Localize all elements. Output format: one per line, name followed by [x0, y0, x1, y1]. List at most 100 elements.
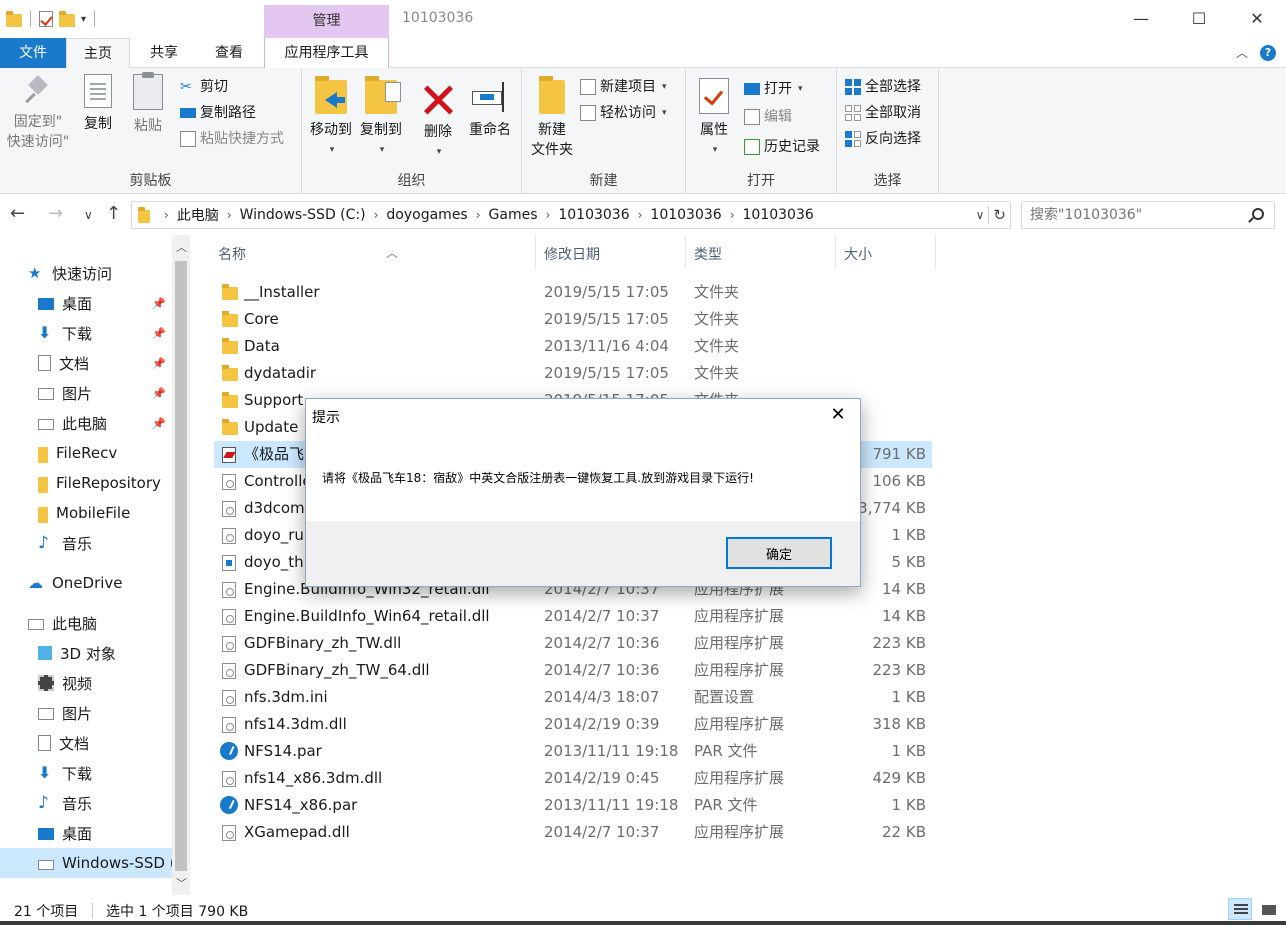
paste-shortcut-button[interactable]: 粘贴快捷方式: [180, 128, 284, 150]
invert-selection-button[interactable]: 反向选择: [845, 128, 921, 150]
close-button[interactable]: ✕: [1228, 0, 1286, 38]
breadcrumb-separator[interactable]: ›: [546, 208, 551, 222]
column-header-name[interactable]: 名称 ︿: [210, 235, 536, 269]
scrollbar-thumb[interactable]: [175, 261, 187, 871]
nav-downloads-pinned[interactable]: ⬇ 下载 📌: [0, 318, 172, 348]
nav-3d-objects[interactable]: 3D 对象: [0, 638, 172, 668]
details-view-button[interactable]: [1228, 898, 1252, 920]
pin-icon[interactable]: 📌: [152, 357, 166, 370]
breadcrumb-10103036-c[interactable]: 10103036: [743, 207, 814, 223]
nav-music[interactable]: ♪ 音乐: [0, 788, 172, 818]
scroll-down-chevron-icon[interactable]: ﹀: [176, 875, 187, 891]
history-button[interactable]: 历史记录: [744, 136, 820, 158]
breadcrumb-games[interactable]: Games: [489, 207, 538, 223]
column-header-size[interactable]: 大小: [836, 235, 936, 269]
select-none-button[interactable]: 全部取消: [845, 102, 921, 124]
table-row[interactable]: nfs14.3dm.dll 2014/2/19 0:39 应用程序扩展 318 KB: [214, 711, 932, 738]
nav-this-pc-pinned[interactable]: 此电脑 📌: [0, 408, 172, 438]
breadcrumb-separator[interactable]: ›: [730, 208, 735, 222]
nav-filerecv[interactable]: FileRecv: [0, 438, 172, 468]
nav-mobilefile[interactable]: MobileFile: [0, 498, 172, 528]
pin-icon[interactable]: 📌: [152, 417, 166, 430]
nav-onedrive[interactable]: ☁ OneDrive: [0, 568, 172, 598]
table-row[interactable]: nfs14_x86.3dm.dll 2014/2/19 0:45 应用程序扩展 429…: [214, 765, 932, 792]
search-icon[interactable]: [1252, 208, 1264, 220]
copy-to-button[interactable]: 复制到 ▾: [358, 74, 404, 160]
new-folder-icon[interactable]: [59, 10, 75, 27]
collapse-ribbon-chevron-icon[interactable]: ︿: [1236, 44, 1248, 61]
address-history-chevron-icon[interactable]: ∨: [976, 208, 985, 222]
refresh-icon[interactable]: ↻: [993, 206, 1006, 224]
recent-locations-chevron-icon[interactable]: ∨: [84, 208, 93, 222]
nav-music-quick[interactable]: ♪ 音乐: [0, 528, 172, 558]
minimize-button[interactable]: —: [1112, 0, 1170, 38]
properties-button[interactable]: 属性 ▾: [694, 74, 734, 160]
folder-icon[interactable]: [6, 10, 22, 27]
scroll-up-chevron-icon[interactable]: ︿: [176, 239, 187, 255]
nav-documents-pinned[interactable]: 文档 📌: [0, 348, 172, 378]
easy-access-button[interactable]: 轻松访问 ▾: [580, 102, 667, 124]
pin-icon[interactable]: 📌: [152, 387, 166, 400]
table-row[interactable]: Core 2019/5/15 17:05 文件夹: [214, 306, 932, 333]
breadcrumb-separator[interactable]: ›: [374, 208, 379, 222]
breadcrumb-this-pc[interactable]: 此电脑: [177, 205, 219, 225]
select-all-button[interactable]: 全部选择: [845, 76, 921, 98]
nav-scrollbar[interactable]: ︿ ﹀: [172, 235, 190, 895]
forward-arrow-icon[interactable]: →: [48, 203, 63, 224]
nav-desktop[interactable]: 桌面: [0, 818, 172, 848]
table-row[interactable]: dydatadir 2019/5/15 17:05 文件夹: [214, 360, 932, 387]
address-bar[interactable]: › 此电脑 › Windows-SSD (C:) › doyogames › G…: [131, 201, 1011, 229]
breadcrumb-separator[interactable]: ›: [638, 208, 643, 222]
new-folder-button[interactable]: 新建 文件夹: [526, 74, 578, 160]
open-button[interactable]: 打开 ▾: [744, 78, 803, 100]
nav-downloads[interactable]: ⬇ 下载: [0, 758, 172, 788]
table-row[interactable]: NFS14_x86.par 2013/11/11 19:18 PAR 文件 1 KB: [214, 792, 932, 819]
pin-icon[interactable]: 📌: [152, 327, 166, 340]
breadcrumb-10103036-b[interactable]: 10103036: [650, 207, 721, 223]
pin-icon[interactable]: 📌: [152, 297, 166, 310]
column-header-type[interactable]: 类型: [686, 235, 836, 269]
tab-file[interactable]: 文件: [0, 38, 66, 68]
back-arrow-icon[interactable]: ←: [10, 203, 25, 224]
breadcrumb-10103036-a[interactable]: 10103036: [558, 207, 629, 223]
properties-icon[interactable]: [39, 11, 53, 27]
copy-button[interactable]: 复制: [78, 74, 118, 134]
table-row[interactable]: GDFBinary_zh_TW.dll 2014/2/7 10:36 应用程序扩展 2…: [214, 630, 932, 657]
new-item-button[interactable]: 新建项目 ▾: [580, 76, 667, 98]
table-row[interactable]: Engine.BuildInfo_Win64_retail.dll 2014/2/…: [214, 603, 932, 630]
edit-button[interactable]: 编辑: [744, 106, 792, 128]
nav-pictures[interactable]: 图片: [0, 698, 172, 728]
breadcrumb-drive[interactable]: Windows-SSD (C:): [240, 207, 366, 223]
up-arrow-icon[interactable]: ↑: [106, 203, 121, 224]
breadcrumb-separator[interactable]: ›: [476, 208, 481, 222]
breadcrumb-separator[interactable]: ›: [227, 208, 232, 222]
table-row[interactable]: GDFBinary_zh_TW_64.dll 2014/2/7 10:36 应用程序…: [214, 657, 932, 684]
paste-button[interactable]: 粘贴: [128, 72, 168, 136]
table-row[interactable]: __Installer 2019/5/15 17:05 文件夹: [214, 279, 932, 306]
table-row[interactable]: nfs.3dm.ini 2014/4/3 18:07 配置设置 1 KB: [214, 684, 932, 711]
table-row[interactable]: XGamepad.dll 2014/2/7 10:37 应用程序扩展 22 KB: [214, 819, 932, 846]
pin-to-quick-access-button[interactable]: 固定到" 快速访问": [4, 74, 72, 152]
delete-button[interactable]: 删除 ▾: [418, 74, 458, 162]
nav-quick-access[interactable]: ★ 快速访问: [0, 258, 172, 288]
table-row[interactable]: Data 2013/11/16 4:04 文件夹: [214, 333, 932, 360]
search-input[interactable]: [1022, 202, 1242, 228]
ok-button[interactable]: 确定: [726, 537, 832, 569]
copy-path-button[interactable]: 复制路径: [180, 102, 256, 124]
nav-videos[interactable]: 视频: [0, 668, 172, 698]
move-to-button[interactable]: 移动到 ▾: [308, 74, 354, 160]
breadcrumb-doyogames[interactable]: doyogames: [386, 207, 467, 223]
help-icon[interactable]: ?: [1260, 44, 1276, 61]
nav-this-pc[interactable]: 此电脑: [0, 608, 172, 638]
column-header-date[interactable]: 修改日期: [536, 235, 686, 269]
tab-share[interactable]: 共享: [132, 38, 196, 68]
tab-home[interactable]: 主页: [66, 38, 130, 69]
rename-button[interactable]: 重命名: [464, 74, 516, 140]
cut-button[interactable]: ✂ 剪切: [180, 76, 228, 98]
customize-toolbar-chevron-icon[interactable]: ▾: [81, 14, 86, 25]
nav-documents[interactable]: 文档: [0, 728, 172, 758]
dialog-close-icon[interactable]: ✕: [816, 399, 860, 431]
nav-windows-ssd[interactable]: Windows-SSD (: [0, 848, 172, 878]
nav-desktop-pinned[interactable]: 桌面 📌: [0, 288, 172, 318]
nav-pictures-pinned[interactable]: 图片 📌: [0, 378, 172, 408]
